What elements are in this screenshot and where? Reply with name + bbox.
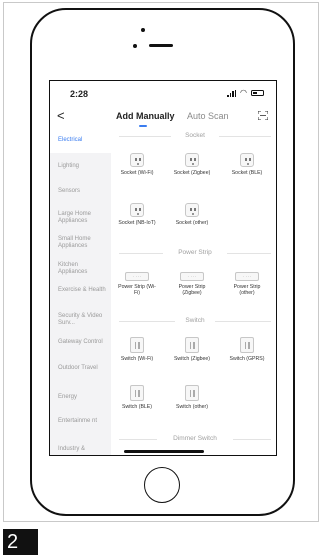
device-label: Switch (other) bbox=[176, 404, 208, 410]
device-item-socket-zigbee[interactable]: Socket (Zigbee) bbox=[172, 153, 212, 176]
home-button[interactable] bbox=[144, 467, 180, 503]
sidebar-item-large-home-appliances[interactable]: Large Home Appliances bbox=[58, 211, 108, 225]
status-bar: 2:28 ◠ bbox=[50, 81, 276, 105]
sidebar-item-industry[interactable]: Industry & bbox=[58, 446, 108, 453]
switch-icon bbox=[185, 385, 199, 401]
device-item-power-strip-other[interactable]: · ··· Power Strip (other) bbox=[227, 272, 267, 296]
device-item-power-strip-zigbee[interactable]: · ··· Power Strip (Zigbee) bbox=[172, 272, 212, 296]
device-item-socket-wifi[interactable]: Socket (Wi-Fi) bbox=[117, 153, 157, 176]
device-label: Socket (BLE) bbox=[231, 170, 263, 176]
socket-icon bbox=[185, 203, 199, 217]
power-strip-icon: · ··· bbox=[125, 272, 149, 281]
device-label: Power Strip (other) bbox=[233, 284, 261, 297]
sidebar-item-kitchen-appliances[interactable]: Kitchen Appliances bbox=[58, 262, 108, 276]
device-label: Socket (Wi-Fi) bbox=[120, 170, 154, 176]
switch-icon bbox=[240, 337, 254, 353]
device-item-switch-other[interactable]: Switch (other) bbox=[172, 385, 212, 410]
section-header-power-strip: Power Strip bbox=[119, 249, 271, 257]
status-icons: ◠ bbox=[227, 89, 264, 97]
device-list: Socket Socket (Wi-Fi) Socket (Zigbee) So… bbox=[111, 129, 276, 455]
device-item-socket-nb-iot[interactable]: Socket (NB-IoT) bbox=[117, 203, 157, 226]
device-label: Switch (Wi-Fi) bbox=[120, 356, 154, 362]
scan-frame-icon[interactable] bbox=[258, 111, 268, 120]
phone-outline: 2:28 ◠ < Add Manually Auto Scan Electric… bbox=[30, 8, 295, 516]
step-number-badge: 2 bbox=[3, 529, 38, 555]
section-header-socket: Socket bbox=[119, 132, 271, 140]
device-item-power-strip-wifi[interactable]: · ··· Power Strip (Wi-Fi) bbox=[117, 272, 157, 296]
socket-icon bbox=[185, 153, 199, 167]
device-item-socket-other[interactable]: Socket (other) bbox=[172, 203, 212, 226]
device-label: Power Strip (Wi-Fi) bbox=[118, 284, 156, 297]
back-chevron-icon[interactable]: < bbox=[57, 108, 65, 123]
nav-bar: < Add Manually Auto Scan bbox=[50, 105, 276, 129]
device-item-switch-gprs[interactable]: Switch (GPRS) bbox=[227, 337, 267, 362]
active-tab-indicator bbox=[139, 125, 147, 127]
sidebar-item-outdoor-travel[interactable]: Outdoor Travel bbox=[58, 365, 108, 372]
wifi-icon: ◠ bbox=[240, 88, 247, 97]
switch-icon bbox=[130, 385, 144, 401]
device-label: Switch (BLE) bbox=[122, 404, 152, 410]
home-indicator bbox=[124, 450, 204, 453]
socket-icon bbox=[130, 153, 144, 167]
section-header-switch: Switch bbox=[119, 317, 271, 325]
sidebar-item-energy[interactable]: Energy bbox=[58, 394, 108, 401]
device-item-switch-zigbee[interactable]: Switch (Zigbee) bbox=[172, 337, 212, 362]
device-label: Socket (Zigbee) bbox=[173, 170, 211, 176]
section-title: Switch bbox=[185, 317, 205, 324]
sidebar-item-electrical[interactable]: Electrical bbox=[58, 137, 108, 144]
section-title: Power Strip bbox=[178, 249, 212, 256]
section-title: Socket bbox=[185, 132, 205, 139]
signal-icon bbox=[227, 89, 237, 97]
sidebar-item-gateway-control[interactable]: Gateway Control bbox=[58, 339, 108, 346]
section-header-dimmer-switch: Dimmer Switch bbox=[119, 435, 271, 443]
power-strip-icon: · ··· bbox=[235, 272, 259, 281]
camera-icon bbox=[141, 28, 145, 32]
tab-auto-scan[interactable]: Auto Scan bbox=[187, 111, 229, 121]
category-sidebar: Electrical Lighting Sensors Large Home A… bbox=[50, 129, 111, 455]
device-label: Switch (GPRS) bbox=[229, 356, 265, 362]
device-label: Power Strip (Zigbee) bbox=[178, 284, 206, 297]
battery-icon bbox=[251, 90, 264, 96]
tab-add-manually[interactable]: Add Manually bbox=[116, 111, 175, 121]
power-strip-icon: · ··· bbox=[180, 272, 204, 281]
device-item-switch-ble[interactable]: Switch (BLE) bbox=[117, 385, 157, 410]
sidebar-item-sensors[interactable]: Sensors bbox=[58, 188, 108, 195]
sidebar-item-lighting[interactable]: Lighting bbox=[58, 163, 108, 170]
phone-screen: 2:28 ◠ < Add Manually Auto Scan Electric… bbox=[49, 80, 277, 456]
device-item-switch-wifi[interactable]: Switch (Wi-Fi) bbox=[117, 337, 157, 362]
device-item-socket-ble[interactable]: Socket (BLE) bbox=[227, 153, 267, 176]
sidebar-item-security-video[interactable]: Security & Video Surv... bbox=[58, 313, 108, 327]
sidebar-item-small-home-appliances[interactable]: Small Home Appliances bbox=[58, 236, 108, 250]
earpiece-icon bbox=[149, 44, 173, 47]
switch-icon bbox=[130, 337, 144, 353]
device-label: Switch (Zigbee) bbox=[173, 356, 211, 362]
socket-icon bbox=[130, 203, 144, 217]
status-time: 2:28 bbox=[70, 89, 89, 99]
device-label: Socket (other) bbox=[175, 220, 209, 226]
socket-icon bbox=[240, 153, 254, 167]
sidebar-item-entertainment[interactable]: Entertainme nt bbox=[58, 418, 108, 425]
sidebar-item-exercise-health[interactable]: Exercise & Health bbox=[58, 287, 108, 294]
device-label: Socket (NB-IoT) bbox=[118, 220, 156, 226]
section-title: Dimmer Switch bbox=[173, 435, 217, 442]
sensor-dot-icon bbox=[133, 44, 137, 48]
switch-icon bbox=[185, 337, 199, 353]
